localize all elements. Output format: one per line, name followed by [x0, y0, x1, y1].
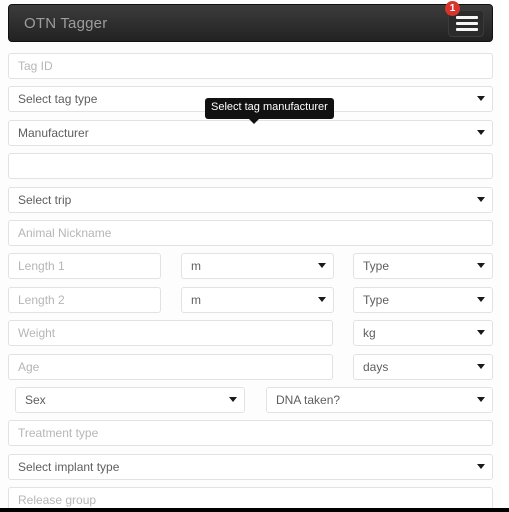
chevron-down-icon — [318, 263, 326, 268]
form-row-weight: Weight kg — [8, 320, 493, 346]
chevron-down-icon — [477, 330, 485, 335]
form-row-length-2: Length 2 m Type — [8, 287, 493, 313]
bottom-bar — [0, 508, 509, 512]
form-row-animal-nickname: Animal Nickname — [8, 220, 493, 246]
length-1-type-select-label: Type — [363, 259, 390, 273]
weight-input-label: Weight — [18, 326, 56, 340]
weight-unit-select-label: kg — [363, 326, 376, 340]
app-brand-title: OTN Tagger — [24, 15, 108, 32]
weight-unit-select[interactable]: kg — [353, 320, 493, 346]
animal-nickname-input-label: Animal Nickname — [18, 226, 112, 240]
form-row-trip: Select trip — [8, 187, 493, 213]
chevron-down-icon — [477, 197, 485, 202]
dna-taken-select-label: DNA taken? — [276, 393, 341, 407]
tooltip: Select tag manufacturer — [205, 98, 334, 119]
length-2-input-label: Length 2 — [18, 293, 65, 307]
tag-id-input-label: Tag ID — [18, 59, 53, 73]
tooltip-arrow-icon — [249, 119, 259, 124]
age-input-label: Age — [18, 360, 40, 374]
weight-input[interactable]: Weight — [8, 320, 333, 346]
form-row-length-1: Length 1 m Type — [8, 253, 493, 279]
manufacturer-select-label: Manufacturer — [18, 126, 89, 140]
chevron-down-icon — [477, 464, 485, 469]
sex-select-label: Sex — [25, 393, 46, 407]
length-2-unit-select-label: m — [191, 293, 201, 307]
implant-type-select[interactable]: Select implant type — [8, 454, 493, 480]
chevron-down-icon — [477, 130, 485, 135]
length-1-input-label: Length 1 — [18, 259, 65, 273]
treatment-type-input-label: Treatment type — [18, 426, 99, 440]
dna-taken-select[interactable]: DNA taken? — [266, 387, 493, 413]
chevron-down-icon — [477, 297, 485, 302]
treatment-type-input[interactable]: Treatment type — [8, 420, 493, 446]
form-row-tag-id: Tag ID — [8, 53, 493, 79]
length-1-input[interactable]: Length 1 — [8, 253, 161, 279]
form-row-implant-type: Select implant type — [8, 454, 493, 480]
sex-select[interactable]: Sex — [15, 387, 245, 413]
implant-type-select-label: Select implant type — [18, 460, 120, 474]
navbar: OTN Tagger — [8, 4, 493, 42]
length-2-type-select[interactable]: Type — [353, 287, 493, 313]
length-1-unit-select[interactable]: m — [181, 253, 334, 279]
chevron-down-icon — [229, 397, 237, 402]
form-row-sex-dna: Sex DNA taken? — [8, 387, 493, 413]
chevron-down-icon — [477, 96, 485, 101]
chevron-down-icon — [477, 364, 485, 369]
blank-input[interactable] — [8, 153, 493, 179]
hamburger-icon-bar-2 — [456, 22, 478, 25]
length-1-unit-select-label: m — [191, 259, 201, 273]
length-2-type-select-label: Type — [363, 293, 390, 307]
notification-badge[interactable]: 1 — [445, 1, 460, 16]
form-row-release-group: Release group — [8, 487, 493, 508]
age-unit-select-label: days — [363, 360, 389, 374]
trip-select[interactable]: Select trip — [8, 187, 493, 213]
age-input[interactable]: Age — [8, 354, 333, 380]
form-row-blank-field — [8, 153, 493, 179]
length-1-type-select[interactable]: Type — [353, 253, 493, 279]
release-group-input-label: Release group — [18, 493, 97, 507]
app-page: OTN Tagger 1 Tag ID Select tag type Manufa… — [0, 0, 501, 508]
chevron-down-icon — [318, 297, 326, 302]
form-row-treatment-type: Treatment type — [8, 420, 493, 446]
animal-nickname-input[interactable]: Animal Nickname — [8, 220, 493, 246]
chevron-down-icon — [477, 397, 485, 402]
chevron-down-icon — [477, 263, 485, 268]
tag-type-select-label: Select tag type — [18, 92, 98, 106]
age-unit-select[interactable]: days — [353, 354, 493, 380]
tag-id-input[interactable]: Tag ID — [8, 53, 493, 79]
hamburger-icon-bar-1 — [456, 16, 478, 19]
hamburger-icon-bar-3 — [456, 28, 478, 31]
trip-select-label: Select trip — [18, 193, 72, 207]
length-2-unit-select[interactable]: m — [181, 287, 334, 313]
length-2-input[interactable]: Length 2 — [8, 287, 161, 313]
form-row-age: Age days — [8, 354, 493, 380]
release-group-input[interactable]: Release group — [8, 487, 493, 508]
